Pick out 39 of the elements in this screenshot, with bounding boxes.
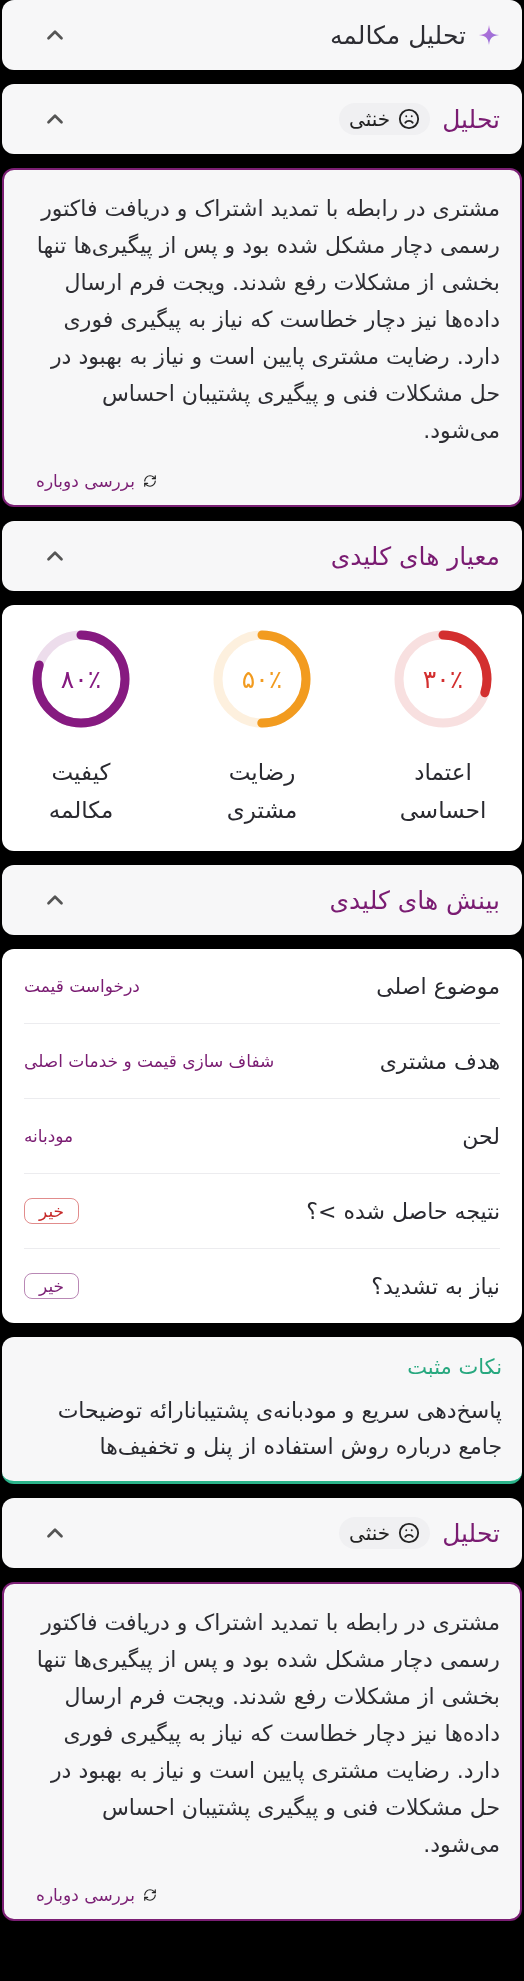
recheck-link[interactable]: بررسی دوباره — [36, 1885, 157, 1905]
status-badge: خیر — [24, 1273, 80, 1299]
insight-value: درخواست قیمت — [24, 976, 140, 996]
sad-face-icon — [398, 1522, 421, 1544]
section-header[interactable]: بینش های کلیدی — [2, 865, 522, 935]
summary-text: مشتری در رابطه با تمدید اشتراک و دریافت فاکتور رسمی دچار مشکل شده بود و پس از پیگیری‌ها تنها بخشی از مشکلات رفع شدند. ویجت فرم ارسال داده‌ها نیز دچار خطاست که نیاز به پیگیری فوری دارد. رضایت مشتری پایین است و نیاز به بهبود در حل مشکلات فنی و پیگیری پشتیبان احساس می‌شود. — [35, 195, 500, 445]
insight-label: لحن — [462, 1123, 500, 1149]
positives-title: نکات مثبت — [406, 1355, 502, 1379]
section-header[interactable]: تحلیل خنثی — [2, 1498, 522, 1568]
section-title: بینش های کلیدی — [329, 885, 500, 915]
section-header[interactable]: معیار های کلیدی — [2, 521, 522, 591]
section-title: تحلیل — [442, 1518, 500, 1548]
insight-label: نتیجه حاصل شده >؟ — [306, 1198, 500, 1224]
percent-value: ۸۰٪ — [60, 664, 102, 694]
sentiment-chip: خنثی — [339, 1517, 431, 1549]
insight-value: شفاف سازی قیمت و خدمات اصلی — [24, 1051, 275, 1071]
metric-label: اعتماد احساسی — [398, 758, 488, 825]
recheck-link[interactable]: بررسی دوباره — [36, 471, 157, 491]
metric-label: رضایت مشتری — [225, 758, 299, 826]
section-title: تحلیل — [442, 104, 500, 134]
section-header[interactable]: تحلیل خنثی — [2, 84, 522, 154]
section-title: معیار های کلیدی — [330, 541, 500, 571]
insight-label: نیاز به تشدید؟ — [371, 1273, 500, 1299]
summary-text: مشتری در رابطه با تمدید اشتراک و دریافت فاکتور رسمی دچار مشکل شده بود و پس از پیگیری‌ها تنها بخشی از مشکلات رفع شدند. ویجت فرم ارسال داده‌ها نیز دچار خطاست که نیاز به پیگیری فوری دارد. رضایت مشتری پایین است و نیاز به بهبود در حل مشکلات فنی و پیگیری پشتیبان احساس می‌شود. — [35, 1609, 500, 1859]
positives-text: پاسخ‌دهی سریع و مودبانه‌ی پشتیبانارائه توضیحات جامع درباره روش استفاده از پنل و تخفیف‌ها — [56, 1397, 502, 1462]
insight-label: موضوع اصلی — [376, 973, 500, 999]
refresh-icon — [142, 1888, 157, 1902]
sentiment-chip: خنثی — [339, 103, 431, 135]
refresh-icon — [142, 474, 157, 488]
status-badge: خیر — [24, 1198, 80, 1224]
sad-face-icon — [398, 108, 421, 130]
sparkle-icon — [478, 24, 500, 46]
insight-value: مودبانه — [24, 1126, 74, 1146]
section-header[interactable]: تحلیل مکالمه — [2, 0, 522, 70]
metric-label: کیفیت مکالمه — [47, 758, 115, 825]
section-title: تحلیل مکالمه — [329, 20, 466, 50]
percent-value: ۵۰٪ — [241, 664, 283, 694]
percent-value: ۳۰٪ — [422, 664, 464, 694]
insight-label: هدف مشتری — [379, 1048, 500, 1074]
